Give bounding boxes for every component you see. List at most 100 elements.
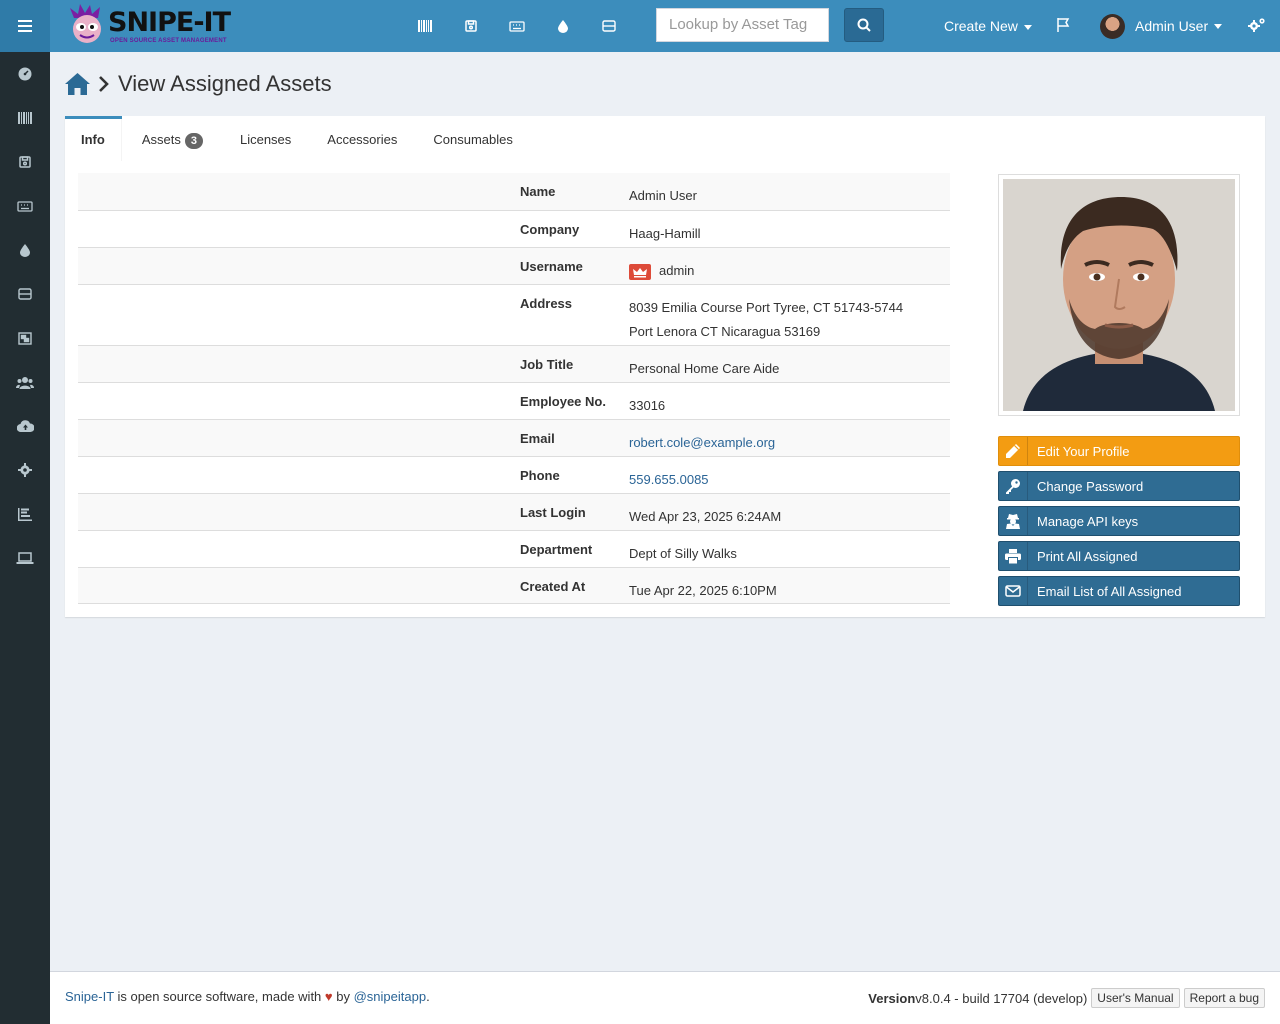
user-menu-dropdown[interactable]: Admin User <box>1100 0 1223 52</box>
sidebar-item-people[interactable] <box>0 360 50 404</box>
footer-text: . <box>426 989 430 1004</box>
name-label: Name <box>520 184 556 199</box>
sidebar-item-predefined-kits[interactable] <box>0 316 50 360</box>
email-label: Email <box>520 431 555 446</box>
employee-no-label: Employee No. <box>520 394 606 409</box>
tab-accessories[interactable]: Accessories <box>309 119 415 161</box>
hdd-icon <box>18 288 32 300</box>
report-bug-button[interactable]: Report a bug <box>1183 988 1265 1008</box>
app-logo[interactable]: SNIPE-IT OPEN SOURCE ASSET MANAGEMENT <box>68 4 248 48</box>
department-label: Department <box>520 542 593 557</box>
admin-settings-button[interactable] <box>1248 17 1266 36</box>
bar-chart-icon <box>18 507 32 521</box>
username-label: Username <box>520 259 583 274</box>
flag-icon <box>1057 18 1070 32</box>
sidebar-toggle-button[interactable] <box>0 0 50 52</box>
licenses-nav-button[interactable] <box>448 0 494 52</box>
assets-count-badge: 3 <box>184 133 203 149</box>
print-all-assigned-label: Print All Assigned <box>1037 548 1138 564</box>
tab-assets-label: Assets <box>141 132 181 147</box>
company-label: Company <box>520 222 580 237</box>
object-group-icon <box>18 331 32 345</box>
change-password-button[interactable]: Change Password <box>998 471 1240 501</box>
sidebar <box>0 52 50 1024</box>
tab-consumables-label: Consumables <box>433 132 513 147</box>
sidebar-item-assets[interactable] <box>0 96 50 140</box>
footer: Snipe-IT is open source software, made w… <box>50 971 1280 1024</box>
manage-api-keys-label: Manage API keys <box>1037 513 1139 529</box>
logo-tagline: OPEN SOURCE ASSET MANAGEMENT <box>110 38 227 44</box>
email-link[interactable]: robert.cole@example.org <box>629 435 775 450</box>
footer-version-area: Version v8.0.4 - build 17704 (develop) U… <box>868 988 1265 1008</box>
job-title-label: Job Title <box>520 357 574 372</box>
sidebar-item-accessories[interactable] <box>0 184 50 228</box>
footer-text: is open source software, made with <box>113 989 325 1004</box>
footer-credits: Snipe-IT is open source software, made w… <box>65 989 430 1004</box>
version-label: Version <box>868 990 916 1006</box>
manage-api-keys-button[interactable]: Manage API keys <box>998 506 1240 536</box>
accessories-nav-button[interactable] <box>494 0 540 52</box>
email-list-button[interactable]: Email List of All Assigned <box>998 576 1240 606</box>
user-detail-box: Info Assets 3 Licenses Accessories Consum… <box>65 116 1265 617</box>
users-icon <box>16 376 34 389</box>
laptop-icon <box>16 552 34 564</box>
sidebar-item-dashboard[interactable] <box>0 52 50 96</box>
tab-licenses[interactable]: Licenses <box>221 119 309 161</box>
table-row: Address 8039 Emilia Course Port Tyree, C… <box>78 284 950 345</box>
cloud-upload-icon <box>16 420 34 432</box>
alerts-button[interactable] <box>1056 17 1070 36</box>
consumables-nav-button[interactable] <box>540 0 586 52</box>
tab-assets[interactable]: Assets 3 <box>122 119 221 161</box>
sidebar-item-settings[interactable] <box>0 448 50 492</box>
logo-mascot-icon <box>70 4 101 43</box>
create-new-dropdown[interactable]: Create New <box>944 0 1032 52</box>
crown-admin-icon <box>629 263 651 280</box>
phone-label: Phone <box>520 468 560 483</box>
quick-nav-icons <box>402 0 632 52</box>
barcode-icon <box>418 20 432 32</box>
search-button[interactable] <box>844 8 884 42</box>
top-navbar: SNIPE-IT OPEN SOURCE ASSET MANAGEMENT Lo… <box>0 0 1280 52</box>
snipe-it-link[interactable]: Snipe-IT <box>65 989 114 1004</box>
print-all-assigned-button[interactable]: Print All Assigned <box>998 541 1240 571</box>
tab-consumables[interactable]: Consumables <box>415 119 531 161</box>
profile-photo <box>1003 179 1235 411</box>
snipeitapp-link[interactable]: @snipeitapp <box>354 989 426 1004</box>
create-new-label: Create New <box>944 18 1018 34</box>
breadcrumb: View Assigned Assets <box>65 68 332 100</box>
users-manual-button[interactable]: User's Manual <box>1091 988 1180 1008</box>
hdd-icon <box>602 20 616 32</box>
sidebar-item-import[interactable] <box>0 404 50 448</box>
key-icon <box>1006 479 1020 494</box>
sidebar-item-requestable[interactable] <box>0 536 50 580</box>
change-password-label: Change Password <box>1037 478 1144 494</box>
tab-info[interactable]: Info <box>65 119 122 161</box>
version-value: v8.0.4 - build 17704 (develop) <box>915 990 1088 1006</box>
footer-text: by <box>332 989 354 1004</box>
sidebar-item-components[interactable] <box>0 272 50 316</box>
sidebar-item-consumables[interactable] <box>0 228 50 272</box>
email-list-label: Email List of All Assigned <box>1037 583 1182 599</box>
tab-accessories-label: Accessories <box>327 132 398 147</box>
chevron-down-icon <box>1023 24 1032 30</box>
components-nav-button[interactable] <box>586 0 632 52</box>
profile-photo-frame <box>998 174 1240 416</box>
keyboard-icon <box>17 200 33 212</box>
edit-profile-label: Edit Your Profile <box>1037 443 1130 459</box>
tab-bar: Info Assets 3 Licenses Accessories Consum… <box>65 119 1265 161</box>
tab-info-label: Info <box>81 132 105 147</box>
keyboard-icon <box>509 20 525 32</box>
tint-drop-icon <box>558 19 568 33</box>
sidebar-item-licenses[interactable] <box>0 140 50 184</box>
created-at-label: Created At <box>520 579 586 594</box>
asset-tag-search-input[interactable]: Lookup by Asset Tag <box>656 8 829 42</box>
barcode-icon <box>18 112 32 124</box>
sidebar-item-reports[interactable] <box>0 492 50 536</box>
user-secret-icon <box>1006 514 1020 529</box>
tab-licenses-label: Licenses <box>239 132 292 147</box>
home-icon[interactable] <box>65 73 90 95</box>
avatar <box>1100 13 1125 39</box>
edit-profile-button[interactable]: Edit Your Profile <box>998 436 1240 466</box>
phone-link[interactable]: 559.655.0085 <box>629 472 709 487</box>
assets-nav-button[interactable] <box>402 0 448 52</box>
